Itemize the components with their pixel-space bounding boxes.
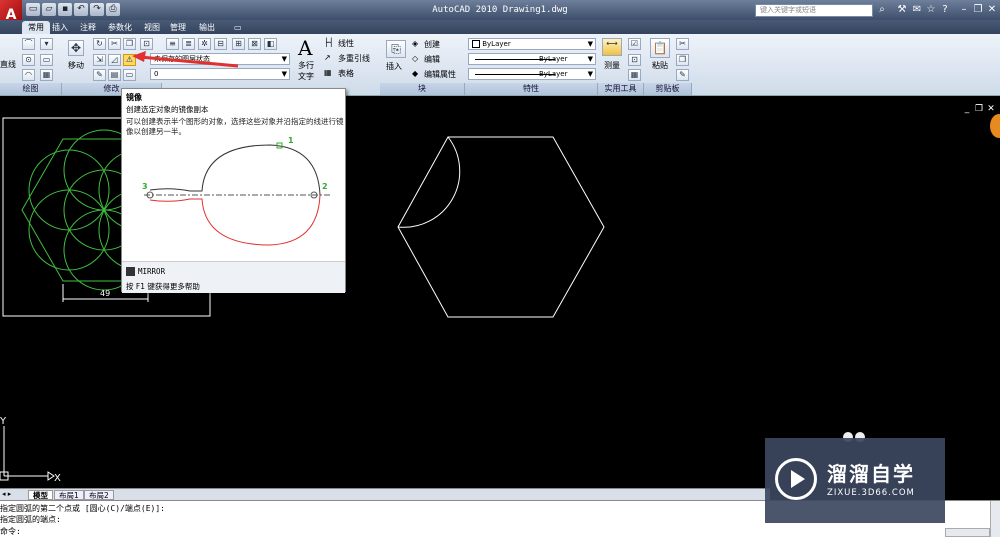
play-triangle <box>791 470 805 488</box>
command-icon <box>126 267 135 276</box>
layout-tab-bar: ◂ ▸ 模型 布局1 布局2 <box>0 488 770 500</box>
linear-dimension-icon[interactable]: ├┤ <box>324 38 334 47</box>
ucs-x-label: X <box>54 473 61 484</box>
layer-walk-icon[interactable]: ◧ <box>264 38 277 50</box>
tooltip-title: 镜像 <box>126 93 142 102</box>
calculator-icon[interactable]: ▦ <box>628 69 641 81</box>
command-prompt[interactable]: 命令: <box>0 526 21 537</box>
watermark-logo: 溜溜自学 ZIXUE.3D66.COM <box>765 438 945 523</box>
utilities-panel-label[interactable]: 实用工具 <box>598 83 644 95</box>
close-icon[interactable]: ✕ <box>986 4 998 16</box>
tooltip-subtitle: 创建选定对象的镜像副本 <box>126 105 209 114</box>
point-label-1: 1 <box>288 136 294 145</box>
linetype-value: ByLayer <box>539 55 568 63</box>
lineweight-value: ByLayer <box>539 70 568 78</box>
chevron-down-icon: ▼ <box>587 40 593 48</box>
tab-layout2[interactable]: 布局2 <box>84 490 114 500</box>
multileader-label[interactable]: 多重引线 <box>338 53 370 64</box>
insert-label[interactable]: 插入 <box>386 61 402 72</box>
mirror-tooltip: 镜像 创建选定对象的镜像副本 可以创建表示半个图形的对象，选择这些对象并沿指定的… <box>121 88 346 293</box>
paste-label[interactable]: 粘贴 <box>652 60 668 71</box>
create-label[interactable]: 创建 <box>424 39 440 50</box>
select-all-icon[interactable]: ⊡ <box>628 54 641 66</box>
command-history-line: 指定圆弧的第二个点或 [圆心(C)/端点(E)]: <box>0 504 165 513</box>
arrow-head <box>132 51 146 62</box>
tooltip-footer: MIRROR 按 F1 键获得更多帮助 <box>122 261 345 293</box>
hexagon-shape[interactable] <box>397 136 605 318</box>
edit-label[interactable]: 编辑 <box>424 54 440 65</box>
restore-icon[interactable]: ❐ <box>972 4 984 16</box>
point-label-3: 3 <box>142 182 148 191</box>
point-label-2: 2 <box>322 182 328 191</box>
minimize-icon[interactable]: – <box>958 4 970 16</box>
insert-block-icon[interactable]: ⎘ <box>386 40 406 58</box>
edit-attr-label[interactable]: 编辑属性 <box>424 69 456 80</box>
dimension-text: 49 <box>100 289 110 298</box>
horizontal-scrollbar[interactable] <box>945 528 990 537</box>
tooltip-description: 可以创建表示半个图形的对象，选择这些对象并沿指定的线进行镜像以创建另一半。 <box>126 117 344 136</box>
pointer-arrow <box>139 55 239 68</box>
clipboard-panel-label[interactable]: 剪贴板 <box>644 83 692 95</box>
properties-panel-label[interactable]: 特性 <box>465 83 598 95</box>
chevron-down-icon: ▼ <box>281 70 287 78</box>
tab-scroll-arrows[interactable]: ◂ ▸ <box>2 490 11 498</box>
measure-label[interactable]: 测量 <box>604 60 620 71</box>
watermark-url: ZIXUE.3D66.COM <box>827 488 915 498</box>
color-value: ByLayer <box>482 40 511 48</box>
color-swatch <box>472 40 480 48</box>
tools-icon[interactable]: ⚒ <box>896 4 908 16</box>
mirrored-half <box>149 194 321 246</box>
draw-panel-label[interactable]: 绘图 <box>0 83 62 95</box>
help-icon[interactable]: ? <box>939 4 951 16</box>
multileader-icon[interactable]: ↗ <box>324 53 331 62</box>
vp-restore-icon[interactable]: ❐ <box>974 104 984 114</box>
cut-icon[interactable]: ✂ <box>676 38 689 50</box>
ucs-y-label: Y <box>0 416 7 427</box>
mtext-label[interactable]: 多行文字 <box>298 60 320 82</box>
favorites-star-icon[interactable]: ☆ <box>925 4 937 16</box>
command-history-line: 指定圆弧的端点: <box>0 515 61 524</box>
edit-block-icon[interactable]: ◇ <box>412 54 418 63</box>
create-block-icon[interactable]: ◈ <box>412 39 418 48</box>
linetype-dropdown[interactable]: ByLayer ▼ <box>468 53 596 65</box>
chevron-down-icon: ▼ <box>587 70 593 78</box>
copy-clip-icon[interactable]: ❐ <box>676 54 689 66</box>
paste-icon[interactable]: 📋 <box>650 38 670 58</box>
table-label[interactable]: 表格 <box>338 68 354 79</box>
vp-close-icon[interactable]: ✕ <box>986 104 996 114</box>
text-icon[interactable]: A <box>298 36 312 60</box>
vp-minimize-icon[interactable]: _ <box>962 104 972 114</box>
chevron-down-icon: ▼ <box>587 55 593 63</box>
block-panel-label[interactable]: 块 <box>380 83 465 95</box>
color-dropdown[interactable]: ByLayer ▼ <box>468 38 596 50</box>
edit-attr-icon[interactable]: ◆ <box>412 69 418 78</box>
watermark-title: 溜溜自学 <box>827 462 915 486</box>
play-logo-icon <box>775 458 817 500</box>
binoculars-icon[interactable]: ⌕ <box>876 4 888 16</box>
arc-shape[interactable] <box>397 136 461 228</box>
original-half <box>149 144 321 196</box>
tab-layout1[interactable]: 布局1 <box>54 490 84 500</box>
table-icon[interactable]: ▦ <box>324 68 332 77</box>
ucs-icon <box>0 426 55 481</box>
measure-icon[interactable]: ⟷ <box>602 38 622 56</box>
match-properties-icon[interactable]: ✎ <box>676 69 689 81</box>
mirror-illustration: 1 2 3 <box>142 136 330 246</box>
quick-select-icon[interactable]: ☑ <box>628 38 641 50</box>
communication-icon[interactable]: ✉ <box>911 4 923 16</box>
tooltip-command: MIRROR <box>138 267 166 276</box>
search-input[interactable]: 键入关键字或短语 <box>755 4 873 17</box>
tab-model[interactable]: 模型 <box>28 490 53 500</box>
linear-label[interactable]: 线性 <box>338 38 354 49</box>
command-scrollbar[interactable] <box>990 501 1000 537</box>
chevron-down-icon: ▼ <box>281 55 287 63</box>
lineweight-dropdown[interactable]: ByLayer ▼ <box>468 68 596 80</box>
annotation-arrow-layer <box>132 51 239 68</box>
tooltip-help: 按 F1 键获得更多帮助 <box>126 282 200 291</box>
